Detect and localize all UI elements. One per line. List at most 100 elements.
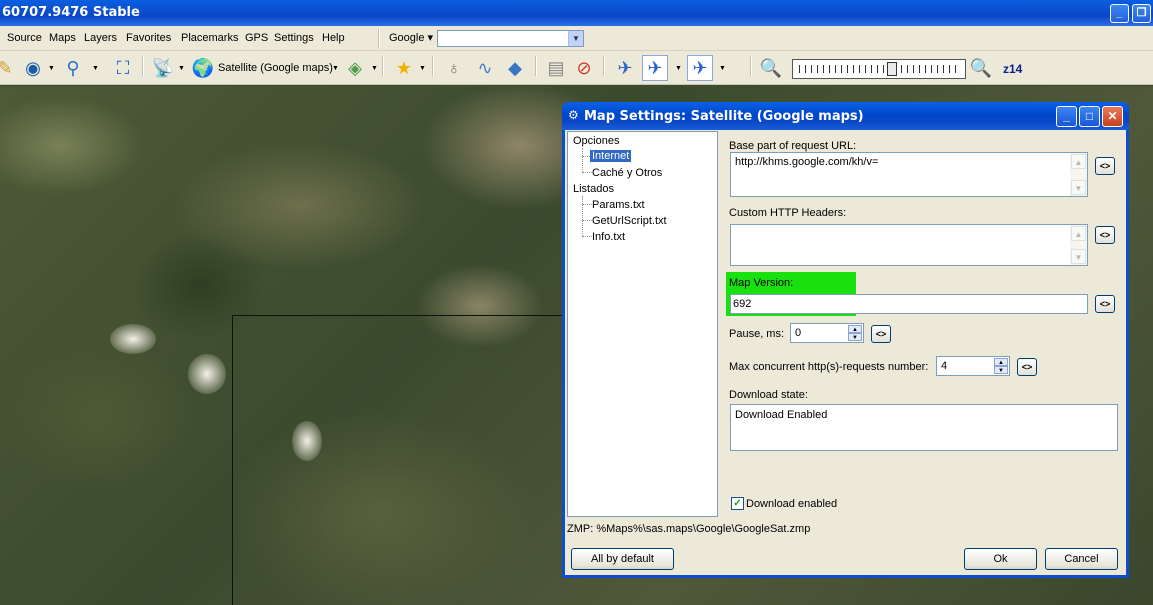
placemark-icon[interactable]: ♁ (441, 55, 467, 81)
pause-spinner[interactable]: ▲ ▼ (848, 325, 862, 341)
spin-down-icon[interactable]: ▼ (994, 366, 1008, 374)
tree-item-opciones[interactable]: Opciones (573, 135, 619, 147)
tree-line (582, 196, 583, 236)
app-title: 60707.9476 Stable (2, 5, 140, 20)
selection-rectangle (232, 315, 572, 605)
menu-maps[interactable]: Maps (49, 32, 76, 44)
minimize-button[interactable]: _ (1056, 106, 1077, 127)
search-input[interactable]: ▼ (437, 30, 584, 47)
download-enabled-label[interactable]: Download enabled (746, 498, 837, 510)
markers-icon[interactable]: ▤ (543, 55, 569, 81)
spin-up-icon[interactable]: ▲ (848, 325, 862, 333)
menu-placemarks[interactable]: Placemarks (181, 32, 238, 44)
spin-up-icon[interactable]: ▲ (994, 358, 1008, 366)
menu-favorites[interactable]: Favorites (126, 32, 171, 44)
toolbar-separator (142, 56, 144, 76)
earth-icon[interactable]: 🌍 (190, 55, 216, 81)
custom-headers-field[interactable]: ▲ ▼ (730, 224, 1088, 266)
spin-down-icon[interactable]: ▼ (848, 333, 862, 341)
toolbar-separator (750, 56, 752, 76)
cancel-button[interactable]: Cancel (1045, 548, 1118, 570)
tree-item-internet[interactable]: Internet (590, 150, 632, 162)
chevron-down-icon[interactable]: ▼ (371, 65, 378, 72)
polygon-icon[interactable]: ◆ (502, 55, 528, 81)
hide-markers-icon[interactable]: ⊘ (571, 55, 597, 81)
zoom-in-icon[interactable]: 🔍 (968, 55, 994, 81)
toolbar: ✎ ◉ ▼ ⚲ ▼ ⛶ 📡 ▼ 🌍 Satellite (Google maps… (0, 51, 1153, 85)
menu-layers[interactable]: Layers (84, 32, 117, 44)
globe-icon[interactable]: ◉ (20, 55, 46, 81)
chevron-down-icon[interactable]: ▼ (419, 65, 426, 72)
ok-button[interactable]: Ok (964, 548, 1037, 570)
all-by-default-button[interactable]: All by default (571, 548, 674, 570)
restore-button[interactable]: ❐ (1132, 4, 1151, 23)
custom-headers-label: Custom HTTP Headers: (729, 207, 847, 219)
scroll-down-icon[interactable]: ▼ (1071, 180, 1086, 195)
scroll-down-icon[interactable]: ▼ (1071, 249, 1086, 264)
path-icon[interactable]: ∿ (472, 55, 498, 81)
menu-gps[interactable]: GPS (245, 32, 268, 44)
pause-edit-button[interactable]: <> (871, 325, 891, 343)
zoom-out-icon[interactable]: 🔍 (758, 55, 784, 81)
close-button[interactable]: ✕ (1102, 106, 1123, 127)
download-state-value: Download Enabled (735, 409, 828, 421)
download-state-field[interactable]: Download Enabled (730, 404, 1118, 451)
zoom-slider-thumb[interactable] (886, 62, 897, 76)
search-icon[interactable]: ⚲ (60, 55, 86, 81)
base-url-scrollbar[interactable]: ▲ ▼ (1070, 153, 1087, 196)
layers-icon[interactable]: ◈ (342, 55, 368, 81)
download-enabled-checkbox[interactable]: ✓ (731, 497, 744, 510)
tree-item-params[interactable]: Params.txt (592, 199, 645, 211)
chevron-down-icon[interactable]: ▼ (675, 65, 682, 72)
max-requests-edit-button[interactable]: <> (1017, 358, 1037, 376)
search-provider-dropdown[interactable]: Google ▾ (389, 31, 433, 44)
chevron-down-icon[interactable]: ▼ (568, 31, 583, 46)
star-icon[interactable]: ★ (391, 55, 417, 81)
base-url-label: Base part of request URL: (729, 140, 857, 152)
base-url-edit-button[interactable]: <> (1095, 157, 1115, 175)
settings-tree: Opciones Internet Caché y Otros Listados… (567, 131, 718, 517)
menu-help[interactable]: Help (322, 32, 345, 44)
base-url-field[interactable]: http://khms.google.com/kh/v= ▲ ▼ (730, 152, 1088, 197)
max-requests-field[interactable]: 4 ▲ ▼ (936, 356, 1010, 376)
map-version-label: Map Version: (729, 277, 794, 289)
map-source-label[interactable]: Satellite (Google maps) (218, 62, 333, 74)
pencil-icon[interactable]: ✎ (0, 55, 18, 81)
tree-line (582, 172, 592, 173)
gps-center-icon[interactable]: ✈ (687, 55, 713, 81)
menu-separator (378, 29, 380, 49)
map-version-edit-button[interactable]: <> (1095, 295, 1115, 313)
menu-settings[interactable]: Settings (274, 32, 314, 44)
map-cloud (292, 421, 322, 461)
pause-field[interactable]: 0 ▲ ▼ (790, 323, 864, 343)
satellite-dish-icon[interactable]: 📡 (150, 55, 176, 81)
tree-line (582, 204, 592, 205)
scroll-up-icon[interactable]: ▲ (1071, 154, 1086, 169)
map-version-value: 692 (733, 298, 752, 310)
tree-item-info[interactable]: Info.txt (592, 231, 625, 243)
chevron-down-icon[interactable]: ▼ (92, 65, 99, 72)
tree-item-cache[interactable]: Caché y Otros (592, 167, 662, 179)
max-requests-spinner[interactable]: ▲ ▼ (994, 358, 1008, 374)
scroll-up-icon[interactable]: ▲ (1071, 226, 1086, 241)
minimize-button[interactable]: _ (1110, 4, 1129, 23)
chevron-down-icon[interactable]: ▼ (48, 65, 55, 72)
custom-headers-scrollbar[interactable]: ▲ ▼ (1070, 225, 1087, 265)
map-settings-dialog: ⚙ Map Settings: Satellite (Google maps) … (562, 102, 1129, 578)
chevron-down-icon[interactable]: ▼ (178, 65, 185, 72)
maximize-button[interactable]: □ (1079, 106, 1100, 127)
chevron-down-icon[interactable]: ▼ (719, 65, 726, 72)
map-version-field[interactable]: 692 (730, 294, 1088, 314)
menu-source[interactable]: Source (7, 32, 42, 44)
tree-line (582, 236, 592, 237)
gps-track-icon[interactable]: ✈ (642, 55, 668, 81)
zoom-slider[interactable] (792, 59, 966, 79)
gps-icon[interactable]: ✈ (612, 55, 638, 81)
tree-item-geturlscript[interactable]: GetUrlScript.txt (592, 215, 667, 227)
fullscreen-icon[interactable]: ⛶ (110, 55, 136, 81)
checkmark-icon: ✓ (733, 498, 742, 509)
chevron-down-icon[interactable]: ▼ (332, 65, 339, 72)
tree-item-listados[interactable]: Listados (573, 183, 614, 195)
custom-headers-edit-button[interactable]: <> (1095, 226, 1115, 244)
dialog-titlebar[interactable]: ⚙ Map Settings: Satellite (Google maps) … (562, 102, 1129, 130)
